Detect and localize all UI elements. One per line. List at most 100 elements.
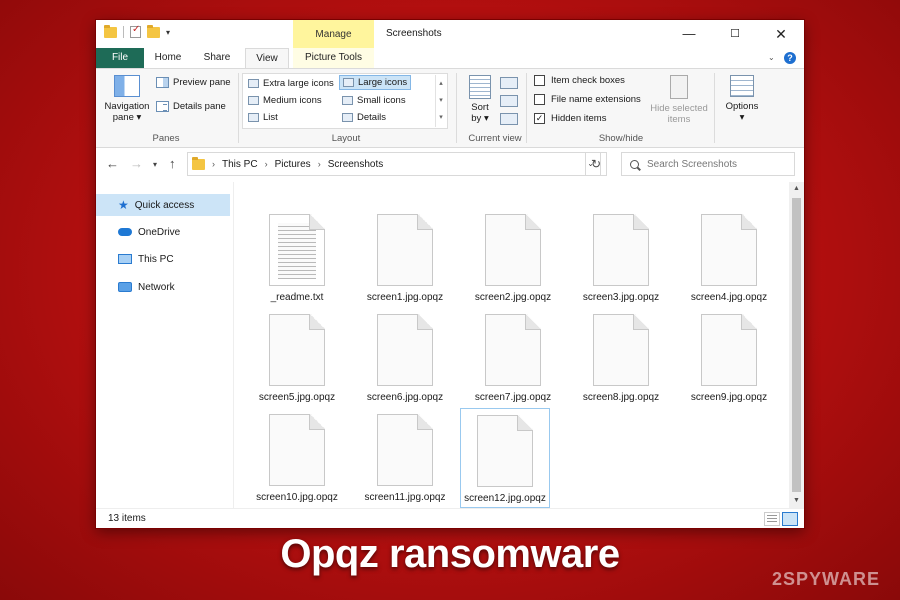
file-item[interactable]: screen11.jpg.opqz [360,408,450,508]
layout-details[interactable]: Details [339,110,389,125]
layout-list[interactable]: List [245,110,281,125]
navigation-pane-icon [114,75,140,97]
group-by-icon[interactable] [500,77,518,89]
hidden-items-checkbox[interactable]: ✓ [534,113,545,124]
blank-file-icon [477,415,533,487]
tab-file[interactable]: File [96,48,144,68]
layout-extra-large-icons[interactable]: Extra large icons [245,76,337,91]
large-icons-view-icon[interactable] [782,512,798,526]
scroll-up-icon[interactable]: ▲ [789,182,804,196]
item-check-boxes-option[interactable]: Item check boxes [534,75,625,86]
add-columns-icon[interactable] [500,95,518,107]
blank-file-icon [701,214,757,286]
file-item-selected[interactable]: screen12.jpg.opqz [460,408,550,508]
file-item[interactable]: screen5.jpg.opqz [252,308,342,408]
layout-large-icons[interactable]: Large icons [339,75,412,90]
address-bar[interactable]: › This PC › Pictures › Screenshots ⌄ [187,152,601,176]
file-name: screen7.jpg.opqz [474,392,552,403]
navigation-pane-button[interactable]: Navigation pane ▾ [102,75,152,123]
file-explorer-window: ▾ Manage Screenshots — ☐ ✕ File Home Sha… [96,20,804,528]
layout-scroll[interactable]: ▴ ▾ ▾ [435,75,446,127]
tab-home[interactable]: Home [146,48,190,68]
sort-by-button[interactable]: Sort by ▾ [466,75,494,124]
blank-file-icon [377,214,433,286]
chevron-right-icon[interactable]: › [265,159,268,169]
sidebar-item-quick-access[interactable]: ★ Quick access [96,194,230,216]
sidebar-item-label: Network [138,281,175,293]
file-item[interactable]: screen10.jpg.opqz [252,408,342,508]
scroll-down-icon[interactable]: ▼ [789,494,804,508]
tab-share[interactable]: Share [194,48,240,68]
group-divider [714,73,715,143]
file-item[interactable]: screen1.jpg.opqz [360,208,450,308]
details-pane-icon [156,101,169,112]
file-name: _readme.txt [270,292,324,303]
file-name-extensions-checkbox[interactable] [534,94,545,105]
new-folder-icon[interactable] [147,24,160,38]
blank-file-icon [593,314,649,386]
group-divider [526,73,527,143]
file-name-extensions-option[interactable]: File name extensions [534,94,641,105]
preview-pane-button[interactable]: Preview pane [156,77,231,88]
navigation-pane: ★ Quick access OneDrive This PC Network [96,190,232,508]
breadcrumb-pictures[interactable]: Pictures [275,159,311,170]
breadcrumb-this-pc[interactable]: This PC [222,159,258,170]
breadcrumb-screenshots[interactable]: Screenshots [328,159,384,170]
hide-selected-icon [670,75,688,99]
tab-picture-tools[interactable]: Picture Tools [293,48,374,68]
item-check-boxes-checkbox[interactable] [534,75,545,86]
group-divider [456,73,457,143]
options-button[interactable]: Options ▾ [718,75,766,123]
search-icon [630,159,639,169]
file-item[interactable]: screen2.jpg.opqz [468,208,558,308]
sidebar-item-network[interactable]: Network [96,276,230,298]
close-button[interactable]: ✕ [758,20,804,48]
blank-file-icon [701,314,757,386]
up-arrow-icon[interactable]: ↑ [169,156,176,171]
hidden-items-option[interactable]: ✓ Hidden items [534,113,606,124]
hide-selected-label: Hide selected items [650,103,708,125]
scrollbar-thumb[interactable] [792,198,801,492]
chevron-up-icon[interactable]: ⌄ [768,53,775,62]
chevron-right-icon[interactable]: › [212,159,215,169]
blank-file-icon [485,214,541,286]
layout-medium-icons[interactable]: Medium icons [245,93,325,108]
file-item[interactable]: screen3.jpg.opqz [576,208,666,308]
tab-view[interactable]: View [245,48,289,68]
help-icon[interactable]: ? [784,52,796,64]
list-icon [248,113,259,122]
chevron-right-icon[interactable]: › [318,159,321,169]
sidebar-item-onedrive[interactable]: OneDrive [96,221,230,243]
customize-toolbar-icon[interactable]: ▾ [166,28,170,37]
item-check-boxes-label: Item check boxes [551,75,625,86]
preview-pane-icon [156,77,169,88]
layout-small-icons[interactable]: Small icons [339,93,409,108]
manage-tab[interactable]: Manage [293,20,374,48]
properties-icon[interactable] [130,24,141,38]
search-input[interactable]: Search Screenshots [621,152,795,176]
maximize-button[interactable]: ☐ [712,20,758,48]
minimize-button[interactable]: — [666,20,712,48]
file-item[interactable]: screen4.jpg.opqz [684,208,774,308]
file-item[interactable]: screen8.jpg.opqz [576,308,666,408]
file-item[interactable]: _readme.txt [252,208,342,308]
details-pane-button[interactable]: Details pane [156,101,226,112]
file-item[interactable]: screen7.jpg.opqz [468,308,558,408]
back-arrow-icon[interactable]: ← [106,156,119,171]
refresh-icon[interactable]: ↻ [585,152,607,176]
file-name: screen2.jpg.opqz [474,292,552,303]
recent-locations-icon[interactable]: ▾ [153,160,157,169]
size-columns-icon[interactable] [500,113,518,125]
file-list: _readme.txt screen1.jpg.opqz screen2.jpg… [233,182,789,508]
file-name: screen9.jpg.opqz [690,392,768,403]
file-item[interactable]: screen6.jpg.opqz [360,308,450,408]
blank-file-icon [377,314,433,386]
vertical-scrollbar[interactable]: ▲ ▼ [789,182,804,508]
sort-by-label: Sort by [471,102,489,124]
forward-arrow-icon[interactable]: → [130,156,143,171]
file-item[interactable]: screen9.jpg.opqz [684,308,774,408]
panes-group-label: Panes [152,133,180,144]
details-view-icon[interactable] [764,512,780,526]
hide-selected-items-button[interactable]: Hide selected items [648,75,710,125]
sidebar-item-this-pc[interactable]: This PC [96,248,230,270]
